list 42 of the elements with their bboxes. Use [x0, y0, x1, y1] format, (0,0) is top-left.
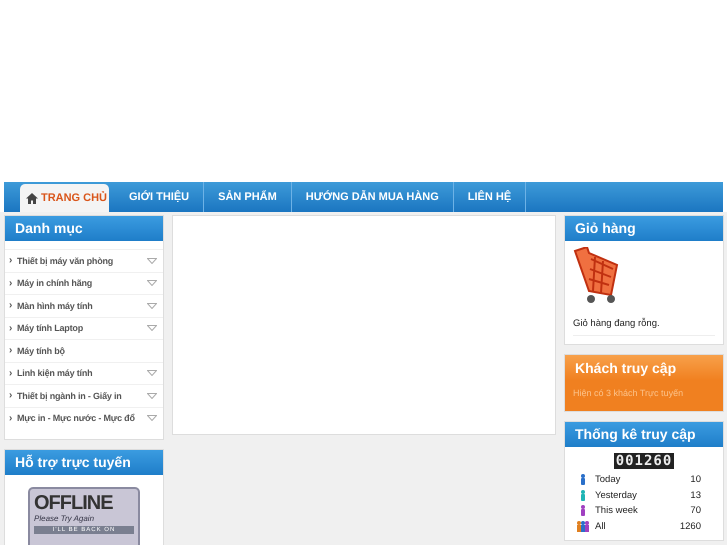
panel-title: Hỗ trợ trực tuyến	[5, 450, 163, 475]
panel-title: Danh mục	[5, 216, 163, 241]
visit-counter: 001260	[614, 453, 674, 469]
category-label: Màn hình máy tính	[17, 300, 94, 311]
category-item[interactable]: › Màn hình máy tính	[5, 294, 163, 316]
stat-label: This week	[594, 505, 639, 516]
stat-value: 10	[689, 474, 702, 486]
stat-label: All	[594, 520, 607, 532]
chevron-marker: ›	[9, 322, 14, 334]
chevron-marker: ›	[9, 390, 14, 402]
category-item[interactable]: › Thiết bị máy văn phòng	[5, 249, 163, 272]
online-visitors-text: Hiện có 3 khách Trực tuyến	[572, 387, 684, 400]
stat-value: 13	[689, 490, 702, 501]
stat-value: 1260	[678, 520, 702, 532]
stat-label: Yesterday	[594, 490, 638, 501]
category-label: Máy tính Laptop	[17, 323, 84, 334]
chevron-marker: ›	[9, 300, 14, 312]
stat-value: 70	[689, 505, 702, 516]
chevron-marker: ›	[9, 278, 14, 289]
category-item[interactable]: › Máy tính bộ	[5, 339, 163, 362]
category-label: Mực in - Mực nước - Mực đổ	[17, 413, 136, 424]
chevron-marker: ›	[9, 412, 14, 424]
chevron-marker: ›	[9, 368, 14, 379]
category-item[interactable]: › Linh kiện máy tính	[5, 362, 163, 384]
chevron-marker: ›	[9, 255, 14, 266]
chevron-marker: ›	[9, 345, 14, 356]
category-item[interactable]: › Thiết bị ngành in - Giấy in	[5, 384, 163, 406]
category-label: Thiết bị máy văn phòng	[17, 256, 114, 266]
category-label: Máy in chính hãng	[17, 278, 94, 288]
category-item[interactable]: › Mực in - Mực nước - Mực đổ	[5, 406, 163, 429]
category-item[interactable]: › Máy in chính hãng	[5, 272, 163, 294]
nav-tab[interactable]: TRANG CHỦ	[20, 184, 109, 212]
category-item[interactable]: › Máy tính Laptop	[5, 316, 163, 339]
home-icon	[26, 192, 38, 204]
stat-label: Today	[594, 474, 622, 486]
panel-title: Giỏ hàng	[565, 216, 723, 241]
panel-title: Thống kê truy cập	[565, 422, 723, 447]
cart-empty-message: Giỏ hàng đang rỗng.	[573, 318, 715, 336]
category-label: Máy tính bộ	[17, 346, 66, 356]
panel-title: Khách truy cập	[565, 355, 723, 380]
category-label: Linh kiện máy tính	[17, 368, 94, 378]
category-label: Thiết bị ngành in - Giấy in	[17, 390, 123, 401]
